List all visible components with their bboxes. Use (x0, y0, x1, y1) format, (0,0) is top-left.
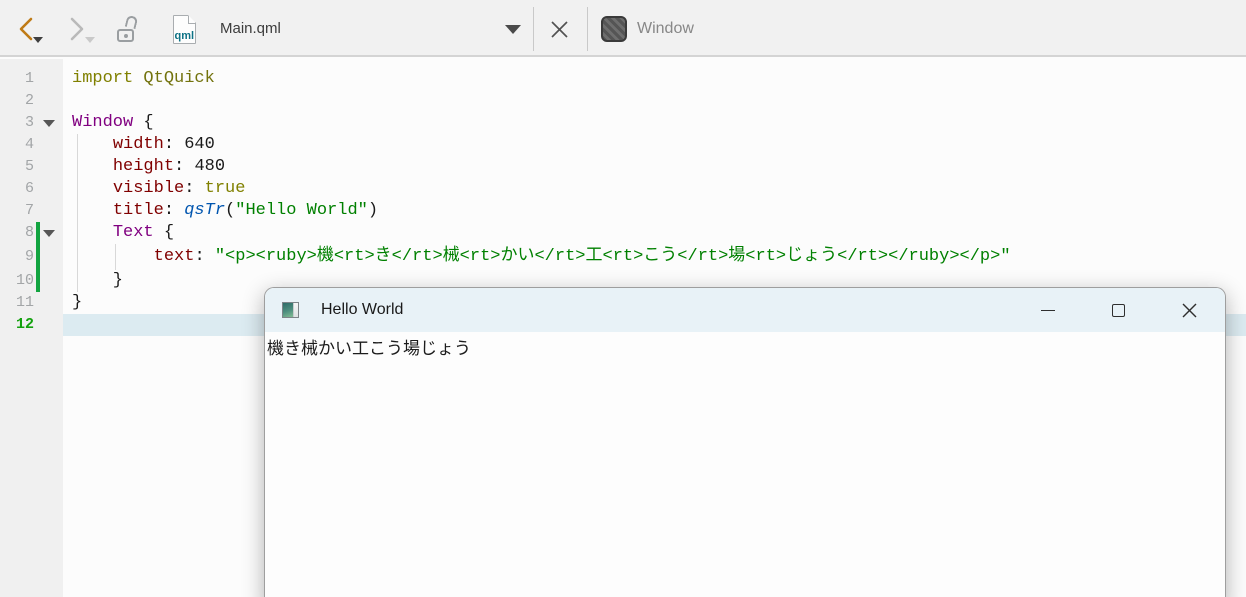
open-document-name[interactable]: Main.qml (220, 0, 281, 57)
code-text: text: "<p><ruby>機<rt>き</rt>械<rt>かい</rt>工… (56, 244, 1011, 270)
document-dropdown-icon[interactable] (505, 25, 521, 34)
code-text: visible: true (56, 178, 245, 200)
code-text: Window { (56, 112, 154, 134)
forward-button[interactable] (58, 9, 96, 49)
back-button[interactable] (6, 9, 44, 49)
line-number: 3 (0, 112, 34, 134)
code-line[interactable]: 8 Text { (0, 222, 1246, 244)
maximize-icon (1112, 304, 1125, 317)
code-text: height: 480 (56, 156, 225, 178)
code-line[interactable]: 3 Window { (0, 112, 1246, 134)
minimize-icon (1041, 310, 1055, 311)
back-history-caret-icon[interactable] (33, 37, 43, 43)
toolbar-separator (587, 7, 588, 51)
code-line[interactable]: 2 (0, 90, 1246, 112)
line-number: 6 (0, 178, 34, 200)
line-number: 4 (0, 134, 34, 156)
fold-marker-slot (40, 134, 56, 156)
qml-file-icon: qml (173, 15, 196, 44)
editor-toolbar: qml Main.qml Window (0, 0, 1246, 57)
code-text: Text { (56, 222, 174, 244)
file-type-icon-button: qml (170, 9, 198, 49)
code-text: title: qsTr("Hello World") (56, 200, 378, 222)
line-number: 5 (0, 156, 34, 178)
code-text: width: 640 (56, 134, 215, 156)
code-line[interactable]: 9 text: "<p><ruby>機<rt>き</rt>械<rt>かい</rt… (0, 244, 1246, 270)
fold-marker-slot (40, 178, 56, 200)
fold-marker-slot (40, 156, 56, 178)
fold-marker-slot (40, 292, 56, 314)
unlocked-padlock-icon (117, 16, 139, 42)
rendered-ruby-text: 機き械かい工こう場じょう (267, 339, 471, 358)
code-line[interactable]: 5 height: 480 (0, 156, 1246, 178)
close-document-button[interactable] (541, 9, 577, 49)
window-item-thumbnail-icon[interactable] (601, 16, 627, 42)
fold-marker-slot (40, 90, 56, 112)
code-text: import QtQuick (56, 68, 215, 90)
code-line[interactable]: 1 import QtQuick (0, 68, 1246, 90)
qt-creator-editor-pane: qml Main.qml Window 1 import QtQuick 23 Win… (0, 0, 1246, 597)
code-line[interactable]: 7 title: qsTr("Hello World") (0, 200, 1246, 222)
code-text: } (56, 270, 123, 292)
close-x-icon (549, 19, 570, 40)
line-number: 12 (0, 314, 34, 336)
preview-window-title: Hello World (321, 288, 403, 332)
code-line[interactable]: 4 width: 640 (0, 134, 1246, 156)
line-number: 1 (0, 68, 34, 90)
code-text (56, 314, 72, 336)
line-number: 2 (0, 90, 34, 112)
line-number: 7 (0, 200, 34, 222)
fold-marker-slot (40, 270, 56, 292)
close-x-icon (1181, 302, 1198, 319)
fold-marker-slot (40, 112, 56, 134)
line-number: 10 (0, 270, 34, 292)
forward-history-caret-icon (85, 37, 95, 43)
fold-marker-slot (40, 200, 56, 222)
fold-marker-slot (40, 222, 56, 244)
preview-window-titlebar[interactable]: Hello World (265, 288, 1225, 332)
pin-file-button[interactable] (112, 9, 144, 49)
preview-window-body: 機き械かい工こう場じょう (265, 332, 1225, 359)
context-path-label[interactable]: Window (637, 0, 694, 57)
qt-window-app-icon (282, 302, 299, 318)
line-number: 8 (0, 222, 34, 244)
fold-arrow-icon[interactable] (43, 120, 55, 127)
chevron-left-icon (17, 16, 34, 42)
chevron-right-icon (69, 16, 86, 42)
maximize-button[interactable] (1103, 288, 1133, 332)
toolbar-separator (533, 7, 534, 51)
fold-marker-slot (40, 244, 56, 270)
code-text: } (56, 292, 82, 314)
fold-marker-slot (40, 68, 56, 90)
line-number: 11 (0, 292, 34, 314)
fold-marker-slot (40, 314, 56, 336)
line-number: 9 (0, 244, 34, 270)
code-line[interactable]: 6 visible: true (0, 178, 1246, 200)
close-window-button[interactable] (1174, 288, 1204, 332)
code-text (56, 90, 72, 112)
preview-window-hello-world: Hello World 機き械かい工こう場じょう (264, 287, 1226, 597)
fold-arrow-icon[interactable] (43, 230, 55, 237)
minimize-button[interactable] (1033, 288, 1063, 332)
